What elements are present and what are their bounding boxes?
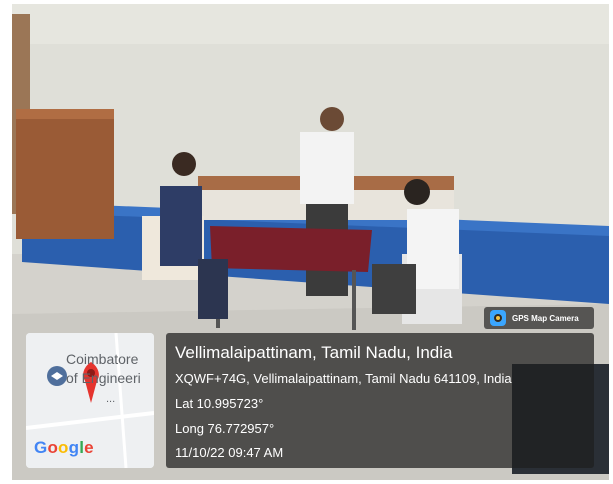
podium <box>16 109 114 239</box>
man-shirt <box>300 132 354 204</box>
podium-top <box>16 109 114 119</box>
location-title: Vellimalaipattinam, Tamil Nadu, India <box>175 343 453 362</box>
seated-man-head <box>404 179 430 205</box>
latitude: Lat 10.995723° <box>175 396 264 411</box>
gps-map-camera-icon <box>490 310 506 326</box>
seated-man-legs <box>372 264 416 314</box>
map-place-label: Coimbatore <box>66 351 139 367</box>
woman-head <box>172 152 196 176</box>
google-letter: o <box>47 438 59 457</box>
datetime: 11/10/22 09:47 AM <box>175 445 284 460</box>
google-letter: o <box>58 438 69 457</box>
photo-frame: GPS Map Camera Coimbatore of Engineeri .… <box>0 0 613 484</box>
woman-legs <box>198 259 228 319</box>
map-dots: ... <box>106 393 116 405</box>
woman-dress <box>160 186 202 266</box>
longitude: Long 76.772957° <box>175 421 275 436</box>
location-info-panel: Vellimalaipattinam, Tamil Nadu, India XQ… <box>166 333 594 468</box>
gps-map-camera-badge: GPS Map Camera <box>484 307 594 329</box>
wall-top <box>12 4 609 44</box>
badge-label: GPS Map Camera <box>512 313 579 323</box>
table-cloth <box>210 226 372 272</box>
google-letter: g <box>68 438 80 457</box>
google-letter: G <box>34 438 48 457</box>
address-line: XQWF+74G, Vellimalaipattinam, Tamil Nadu… <box>175 371 512 386</box>
google-letter: e <box>84 438 94 457</box>
map-thumbnail: Coimbatore of Engineeri ... Google <box>26 333 154 468</box>
man-head <box>320 107 344 131</box>
map-place-label-2: of Engineeri <box>66 370 141 386</box>
google-logo: Google <box>34 438 94 458</box>
table-leg <box>352 270 356 330</box>
